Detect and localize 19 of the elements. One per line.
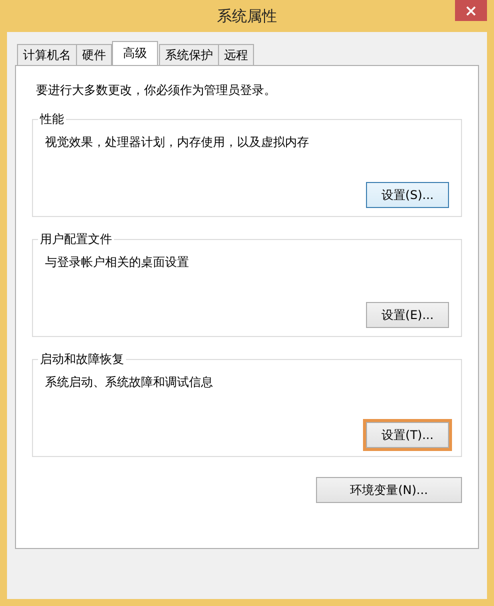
close-icon bbox=[466, 6, 476, 16]
group-title: 用户配置文件 bbox=[38, 231, 114, 248]
settings-button[interactable]: 设置(T)... bbox=[366, 422, 449, 448]
tab[interactable]: 系统保护 bbox=[159, 44, 219, 65]
settings-button[interactable]: 设置(S)... bbox=[366, 182, 449, 208]
tab[interactable]: 硬件 bbox=[76, 44, 112, 65]
group-description: 视觉效果，处理器计划，内存使用，以及虚拟内存 bbox=[45, 134, 310, 151]
notice-text: 要进行大多数更改，你必须作为管理员登录。 bbox=[36, 82, 277, 99]
tab[interactable]: 计算机名 bbox=[17, 44, 77, 65]
tab[interactable]: 高级 bbox=[112, 41, 158, 65]
settings-button[interactable]: 设置(E)... bbox=[366, 302, 449, 328]
group-description: 与登录帐户相关的桌面设置 bbox=[45, 254, 190, 271]
group-title: 启动和故障恢复 bbox=[38, 351, 126, 368]
environment-variables-button[interactable]: 环境变量(N)... bbox=[316, 477, 462, 503]
tab[interactable]: 远程 bbox=[218, 44, 254, 65]
group-title: 性能 bbox=[38, 111, 66, 128]
window-title: 系统属性 bbox=[217, 6, 277, 26]
close-button[interactable] bbox=[455, 0, 487, 21]
group-description: 系统启动、系统故障和调试信息 bbox=[45, 374, 214, 391]
